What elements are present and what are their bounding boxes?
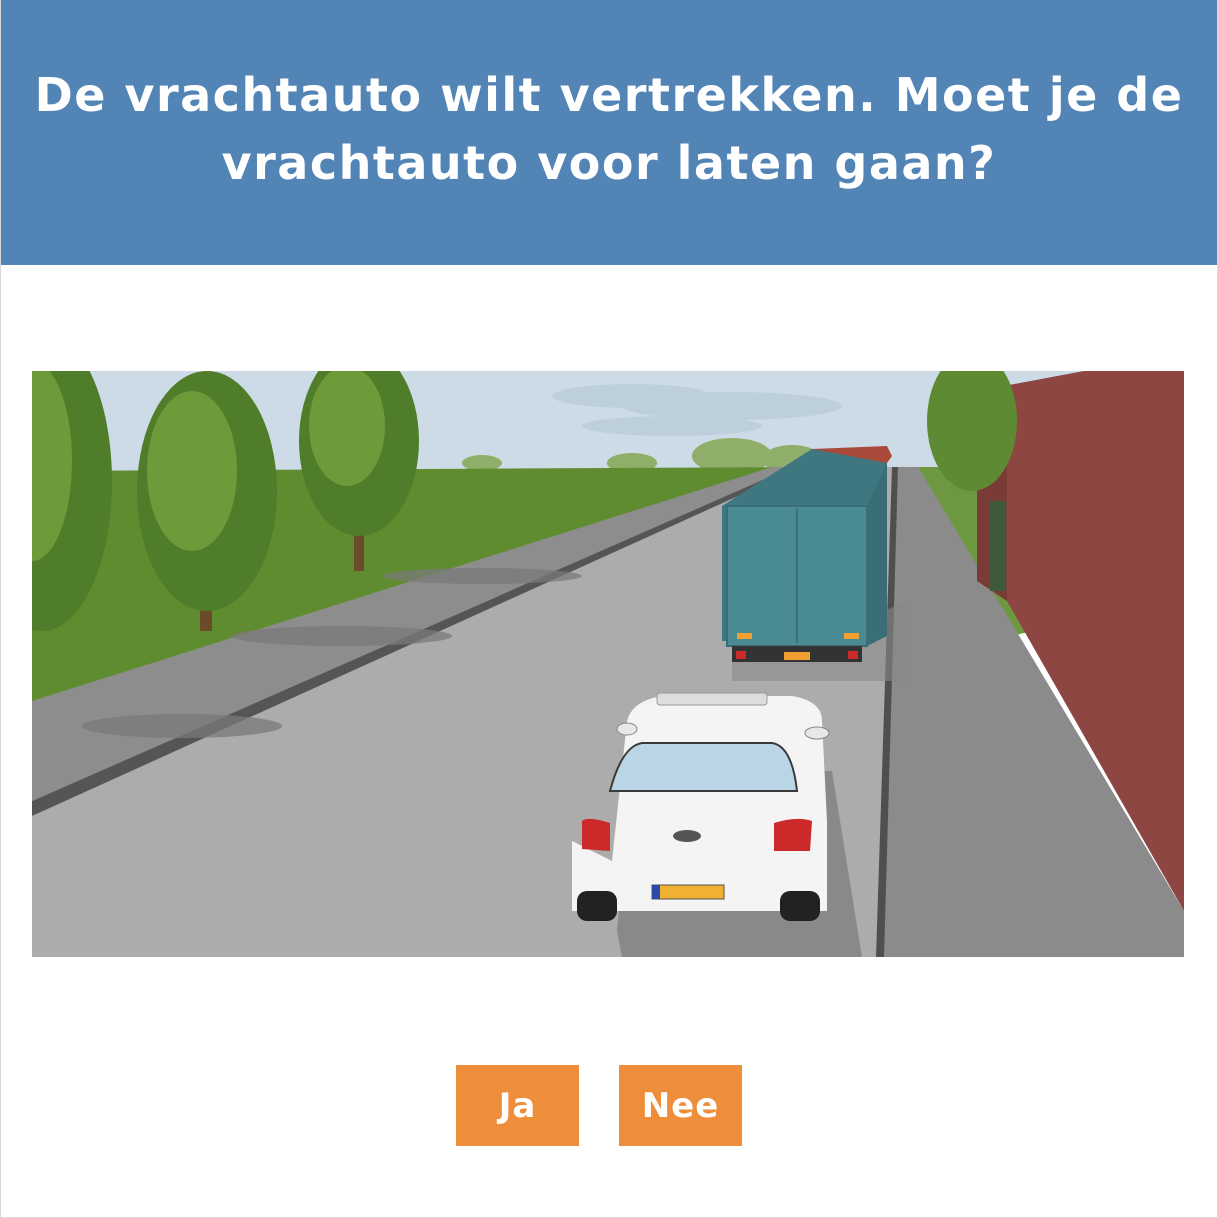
question-header: De vrachtauto wilt vertrekken. Moet je d… [1, 0, 1217, 265]
traffic-scene-illustration [32, 371, 1184, 957]
building-door [990, 501, 1006, 591]
question-text: De vrachtauto wilt vertrekken. Moet je d… [34, 67, 1184, 190]
answer-no-button[interactable]: Nee [619, 1065, 742, 1146]
answer-yes-button[interactable]: Ja [456, 1065, 579, 1146]
